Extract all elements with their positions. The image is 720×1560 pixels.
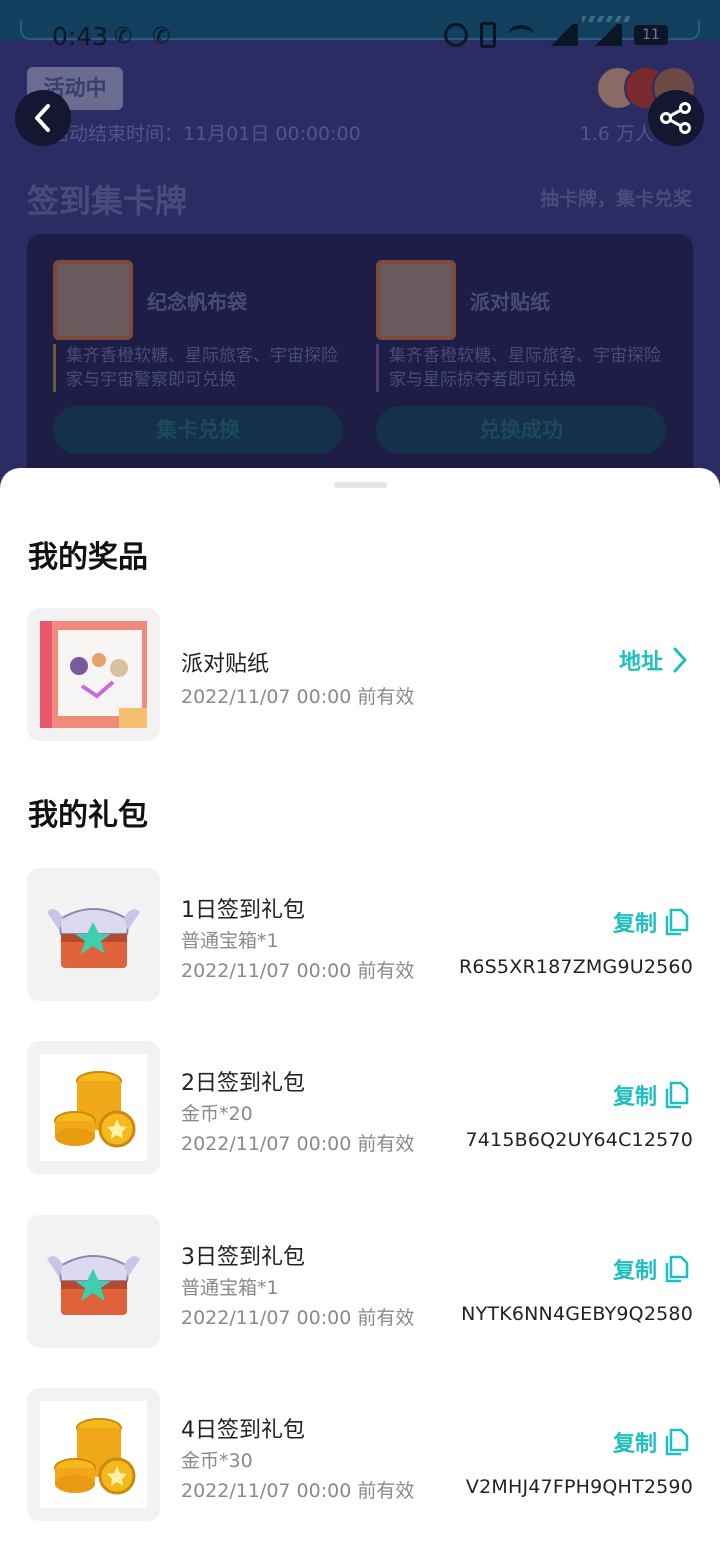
status-bar: 0:43 ✆ ✆ 11	[0, 18, 720, 54]
reward-card: 纪念帆布袋 集齐香橙软糖、星际旅客、宇宙探险家与宇宙警察即可兑换 集卡兑换	[27, 234, 347, 484]
sticker-sheet-icon	[27, 608, 160, 741]
battery-icon: 11	[634, 25, 668, 45]
copy-label: 复制	[612, 1259, 657, 1284]
copy-button[interactable]: 复制	[613, 1253, 689, 1285]
gift-name: 3日签到礼包	[181, 1245, 305, 1270]
gift-item: 3日签到礼包 普通宝箱*1 2022/11/07 00:00 前有效 复制 NY…	[27, 1215, 693, 1349]
wifi-icon	[508, 25, 534, 45]
copy-icon	[665, 1081, 689, 1109]
reward-card-name: 纪念帆布袋	[147, 290, 247, 314]
my-prizes-title: 我的奖品	[28, 540, 148, 575]
alarm-icon	[444, 23, 468, 47]
tote-bag-icon	[53, 260, 133, 340]
prize-valid-date: 2022/11/07 00:00 前有效	[181, 686, 415, 708]
copy-icon	[665, 1255, 689, 1283]
gift-name: 2日签到礼包	[181, 1071, 305, 1096]
gift-content: 金币*30	[181, 1450, 253, 1472]
address-button[interactable]: 地址	[619, 644, 689, 676]
reward-card: 派对贴纸 集齐香橙软糖、星际旅客、宇宙探险家与星际掠夺者即可兑换 兑换成功	[350, 234, 670, 484]
gift-valid-date: 2022/11/07 00:00 前有效	[181, 1480, 415, 1502]
copy-button[interactable]: 复制	[613, 1079, 689, 1111]
collect-cards-title: 签到集卡牌	[27, 182, 188, 220]
copy-icon	[665, 1428, 689, 1456]
treasure-chest-icon	[27, 1215, 160, 1348]
participant-count: 1.6 万人	[579, 123, 654, 145]
gift-name: 4日签到礼包	[181, 1418, 305, 1443]
gold-coins-icon	[27, 1041, 160, 1174]
event-page-background: 0:43 ✆ ✆ 11 活动中 活动结束时间：11月01日 00:00:00 1…	[0, 0, 720, 494]
gift-item: 2日签到礼包 金币*20 2022/11/07 00:00 前有效 复制 741…	[27, 1041, 693, 1175]
share-icon	[660, 102, 691, 134]
gift-item: 1日签到礼包 普通宝箱*1 2022/11/07 00:00 前有效 复制 R6…	[27, 868, 693, 1002]
signal-icon	[590, 24, 622, 46]
gift-name: 1日签到礼包	[181, 898, 305, 923]
copy-label: 复制	[612, 1432, 657, 1457]
gift-item: 4日签到礼包 金币*30 2022/11/07 00:00 前有效 复制 V2M…	[27, 1388, 693, 1522]
copy-label: 复制	[612, 1085, 657, 1110]
gift-code[interactable]: 7415B6Q2UY64C12570	[465, 1129, 693, 1151]
my-gifts-title: 我的礼包	[28, 798, 148, 833]
prize-item: 派对贴纸 2022/11/07 00:00 前有效 地址	[27, 608, 693, 742]
gift-code[interactable]: V2MHJ47FPH9QHT2590	[466, 1476, 693, 1498]
copy-icon	[665, 908, 689, 936]
gift-valid-date: 2022/11/07 00:00 前有效	[181, 1307, 415, 1329]
carrier-icons: ✆ ✆	[114, 24, 177, 49]
prize-name: 派对贴纸	[181, 652, 270, 677]
gift-content: 普通宝箱*1	[181, 930, 279, 952]
address-label: 地址	[618, 650, 663, 675]
copy-button[interactable]: 复制	[613, 1426, 689, 1458]
rewards-bottom-sheet: 我的奖品 派对贴纸 2022/11/07 00:00 前有效 地址 我的礼包 1…	[0, 468, 720, 1560]
reward-card-desc: 集齐香橙软糖、星际旅客、宇宙探险家与星际掠夺者即可兑换	[376, 344, 666, 392]
collect-cards-hint: 抽卡牌，集卡兑奖	[539, 188, 692, 210]
vibrate-icon	[480, 22, 496, 48]
signal-icon	[546, 24, 578, 46]
share-button[interactable]	[648, 90, 704, 146]
status-time: 0:43	[52, 22, 109, 51]
chevron-right-icon	[673, 647, 687, 673]
gift-valid-date: 2022/11/07 00:00 前有效	[181, 1133, 415, 1155]
gift-code[interactable]: NYTK6NN4GEBY9Q2580	[461, 1303, 693, 1325]
redeem-button[interactable]: 集卡兑换	[53, 406, 343, 454]
back-button[interactable]	[15, 90, 71, 146]
gift-content: 金币*20	[181, 1103, 253, 1125]
chevron-left-icon	[35, 104, 50, 132]
reward-card-desc: 集齐香橙软糖、星际旅客、宇宙探险家与宇宙警察即可兑换	[53, 344, 343, 392]
gift-valid-date: 2022/11/07 00:00 前有效	[181, 960, 415, 982]
sticker-sheet-icon	[376, 260, 456, 340]
event-end-time: 活动结束时间：11月01日 00:00:00	[50, 123, 361, 145]
copy-label: 复制	[612, 912, 657, 937]
copy-button[interactable]: 复制	[613, 906, 689, 938]
gift-content: 普通宝箱*1	[181, 1277, 279, 1299]
gold-coins-icon	[27, 1388, 160, 1521]
sheet-drag-handle[interactable]	[334, 482, 387, 488]
redeemed-button[interactable]: 兑换成功	[376, 406, 666, 454]
gift-code[interactable]: R6S5XR187ZMG9U2560	[459, 956, 693, 978]
treasure-chest-icon	[27, 868, 160, 1001]
reward-card-name: 派对贴纸	[470, 290, 550, 314]
reward-cards-panel: 纪念帆布袋 集齐香橙软糖、星际旅客、宇宙探险家与宇宙警察即可兑换 集卡兑换 派对…	[27, 234, 693, 494]
